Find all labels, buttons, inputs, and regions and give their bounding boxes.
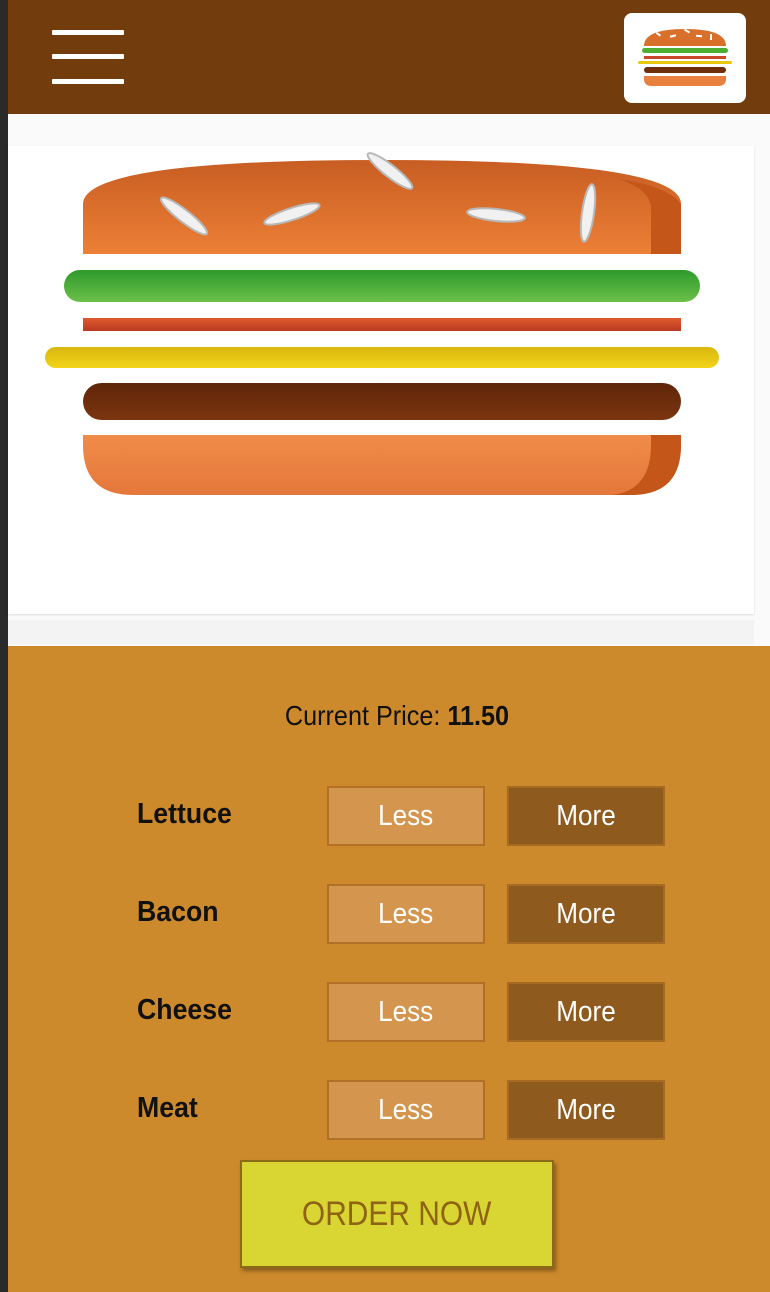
meat-more-button[interactable]: More (507, 1080, 665, 1140)
ingredient-label-meat: Meat (137, 1092, 198, 1124)
burger-illustration (45, 152, 719, 495)
bacon-more-button[interactable]: More (507, 884, 665, 944)
burger-logo-svg (638, 28, 732, 86)
ingredient-label-lettuce: Lettuce (137, 798, 232, 830)
cheese-less-label: Less (378, 995, 434, 1028)
price-value: 11.50 (447, 700, 510, 731)
lettuce-more-button[interactable]: More (507, 786, 665, 846)
top-bun (83, 152, 681, 254)
bacon-more-label: More (556, 897, 616, 930)
lettuce-less-label: Less (378, 799, 434, 832)
meat-less-button[interactable]: Less (327, 1080, 485, 1140)
price-label: Current Price: (284, 700, 441, 731)
meat-layer (83, 383, 681, 420)
cheese-layer (45, 347, 719, 368)
meat-more-label: More (556, 1093, 616, 1126)
bacon-less-label: Less (378, 897, 434, 930)
ingredient-label-cheese: Cheese (137, 994, 232, 1026)
order-now-label: ORDER NOW (302, 1194, 492, 1233)
preview-divider (8, 620, 754, 644)
ingredient-label-bacon: Bacon (137, 896, 219, 928)
burger-preview-card (8, 146, 754, 614)
background-window-edge (0, 0, 8, 1292)
current-price: Current Price: 11.50 (47, 700, 747, 732)
bacon-less-button[interactable]: Less (327, 884, 485, 944)
cheese-less-button[interactable]: Less (327, 982, 485, 1042)
meat-less-label: Less (378, 1093, 434, 1126)
burger-logo-icon[interactable] (624, 13, 746, 103)
app-header (8, 0, 770, 114)
bottom-bun (83, 435, 681, 495)
order-now-button[interactable]: ORDER NOW (240, 1160, 554, 1268)
burger-builder-app: Current Price: 11.50 Lettuce Less More B… (8, 0, 770, 1292)
lettuce-layer (64, 270, 700, 302)
cheese-more-label: More (556, 995, 616, 1028)
cheese-more-button[interactable]: More (507, 982, 665, 1042)
bacon-layer (83, 318, 681, 331)
lettuce-less-button[interactable]: Less (327, 786, 485, 846)
hamburger-menu-icon[interactable] (52, 30, 124, 86)
lettuce-more-label: More (556, 799, 616, 832)
